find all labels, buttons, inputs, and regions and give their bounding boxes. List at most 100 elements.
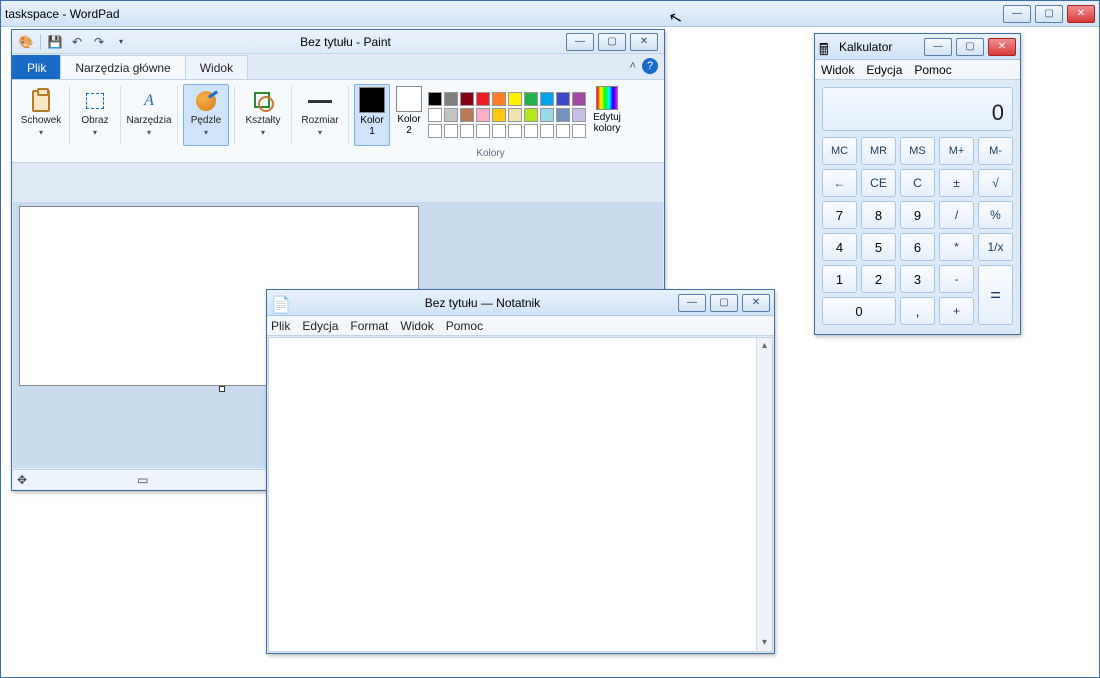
help-icon[interactable]: ? bbox=[642, 58, 658, 74]
color-swatch[interactable] bbox=[540, 108, 554, 122]
notepad-menu-file[interactable]: Plik bbox=[271, 319, 290, 333]
color-swatch[interactable] bbox=[524, 108, 538, 122]
notepad-menu-view[interactable]: Widok bbox=[400, 319, 433, 333]
color-swatch[interactable] bbox=[572, 124, 586, 138]
save-icon[interactable]: 💾 bbox=[47, 34, 63, 50]
calc-key-8[interactable]: 8 bbox=[861, 201, 896, 229]
calc-key-mc[interactable]: MC bbox=[822, 137, 857, 165]
color-swatch[interactable] bbox=[460, 92, 474, 106]
undo-icon[interactable]: ↶ bbox=[69, 34, 85, 50]
calc-key-equals[interactable]: = bbox=[978, 265, 1013, 325]
color-swatch[interactable] bbox=[460, 108, 474, 122]
calc-key-backspace[interactable]: ← bbox=[822, 169, 857, 197]
calc-key-add[interactable]: + bbox=[939, 297, 974, 325]
color-swatch[interactable] bbox=[476, 108, 490, 122]
color-swatch[interactable] bbox=[492, 108, 506, 122]
color-swatch[interactable] bbox=[428, 124, 442, 138]
size-button[interactable]: Rozmiar ▾ bbox=[297, 84, 343, 146]
calculator-menu-view[interactable]: Widok bbox=[821, 63, 854, 77]
paint-minimize-button[interactable]: — bbox=[566, 33, 594, 51]
paint-maximize-button[interactable]: ▢ bbox=[598, 33, 626, 51]
shapes-button[interactable]: Kształty ▾ bbox=[240, 84, 286, 146]
calc-key-1[interactable]: 1 bbox=[822, 265, 857, 293]
color-swatch[interactable] bbox=[444, 108, 458, 122]
color-swatch[interactable] bbox=[524, 92, 538, 106]
calculator-menu-edit[interactable]: Edycja bbox=[866, 63, 902, 77]
canvas-resize-handle[interactable] bbox=[219, 386, 225, 392]
calculator-maximize-button[interactable]: ▢ bbox=[956, 38, 984, 56]
calc-key-percent[interactable]: % bbox=[978, 201, 1013, 229]
color-swatch[interactable] bbox=[556, 124, 570, 138]
calculator-titlebar[interactable]: 🖩 Kalkulator — ▢ ✕ bbox=[815, 34, 1020, 60]
calc-key-ce[interactable]: CE bbox=[861, 169, 896, 197]
color-swatch[interactable] bbox=[444, 124, 458, 138]
calculator-minimize-button[interactable]: — bbox=[924, 38, 952, 56]
notepad-titlebar[interactable]: 📄 Bez tytułu — Notatnik — ▢ ✕ bbox=[267, 290, 774, 316]
calc-key-5[interactable]: 5 bbox=[861, 233, 896, 261]
image-select-button[interactable]: Obraz ▾ bbox=[75, 84, 115, 146]
color-swatch[interactable] bbox=[524, 124, 538, 138]
color-swatch[interactable] bbox=[556, 92, 570, 106]
notepad-menu-format[interactable]: Format bbox=[350, 319, 388, 333]
clipboard-button[interactable]: Schowek ▾ bbox=[18, 84, 64, 146]
calc-key-ms[interactable]: MS bbox=[900, 137, 935, 165]
wordpad-minimize-button[interactable]: — bbox=[1003, 5, 1031, 23]
color-swatch[interactable] bbox=[508, 124, 522, 138]
calc-key-0[interactable]: 0 bbox=[822, 297, 896, 325]
color-swatch[interactable] bbox=[540, 92, 554, 106]
notepad-menu-edit[interactable]: Edycja bbox=[302, 319, 338, 333]
color1-button[interactable]: Kolor 1 bbox=[354, 84, 390, 146]
calculator-close-button[interactable]: ✕ bbox=[988, 38, 1016, 56]
tools-button[interactable]: A Narzędzia ▾ bbox=[126, 84, 172, 146]
color-swatch[interactable] bbox=[492, 124, 506, 138]
notepad-minimize-button[interactable]: — bbox=[678, 294, 706, 312]
color-swatch[interactable] bbox=[508, 92, 522, 106]
color-swatch[interactable] bbox=[476, 92, 490, 106]
calc-key-multiply[interactable]: * bbox=[939, 233, 974, 261]
paint-tab-view[interactable]: Widok bbox=[185, 55, 248, 79]
color-swatch[interactable] bbox=[556, 108, 570, 122]
color-swatch[interactable] bbox=[572, 92, 586, 106]
calc-key-reciprocal[interactable]: 1/x bbox=[978, 233, 1013, 261]
brushes-button[interactable]: Pędzle ▾ bbox=[183, 84, 229, 146]
calc-key-2[interactable]: 2 bbox=[861, 265, 896, 293]
calc-key-7[interactable]: 7 bbox=[822, 201, 857, 229]
notepad-vertical-scrollbar[interactable]: ▴ ▾ bbox=[756, 338, 772, 651]
color-swatch[interactable] bbox=[428, 108, 442, 122]
paint-tab-file[interactable]: Plik bbox=[12, 55, 61, 79]
calc-key-mplus[interactable]: M+ bbox=[939, 137, 974, 165]
color-swatch[interactable] bbox=[476, 124, 490, 138]
calc-key-9[interactable]: 9 bbox=[900, 201, 935, 229]
wordpad-maximize-button[interactable]: ▢ bbox=[1035, 5, 1063, 23]
calc-key-mminus[interactable]: M- bbox=[978, 137, 1013, 165]
color-swatch[interactable] bbox=[492, 92, 506, 106]
calc-key-plusminus[interactable]: ± bbox=[939, 169, 974, 197]
notepad-close-button[interactable]: ✕ bbox=[742, 294, 770, 312]
calc-key-c[interactable]: C bbox=[900, 169, 935, 197]
calc-key-subtract[interactable]: - bbox=[939, 265, 974, 293]
calc-key-decimal[interactable]: , bbox=[900, 297, 935, 325]
color-swatch[interactable] bbox=[540, 124, 554, 138]
paint-close-button[interactable]: ✕ bbox=[630, 33, 658, 51]
notepad-text-area[interactable]: ▴ ▾ bbox=[268, 337, 773, 652]
edit-colors-button[interactable]: Edytuj kolory bbox=[587, 84, 627, 146]
calc-key-6[interactable]: 6 bbox=[900, 233, 935, 261]
paint-tab-home[interactable]: Narzędzia główne bbox=[60, 55, 185, 79]
scroll-down-icon[interactable]: ▾ bbox=[757, 635, 772, 651]
color-swatch[interactable] bbox=[444, 92, 458, 106]
qat-dropdown-icon[interactable]: ▾ bbox=[113, 34, 129, 50]
color-swatch[interactable] bbox=[428, 92, 442, 106]
paint-app-icon[interactable]: 🎨 bbox=[18, 34, 34, 50]
calc-key-mr[interactable]: MR bbox=[861, 137, 896, 165]
color-swatch[interactable] bbox=[460, 124, 474, 138]
calculator-menu-help[interactable]: Pomoc bbox=[914, 63, 951, 77]
color-swatch[interactable] bbox=[508, 108, 522, 122]
wordpad-close-button[interactable]: ✕ bbox=[1067, 5, 1095, 23]
color-swatch[interactable] bbox=[572, 108, 586, 122]
color2-button[interactable]: Kolor 2 bbox=[391, 84, 427, 146]
calc-key-divide[interactable]: / bbox=[939, 201, 974, 229]
notepad-maximize-button[interactable]: ▢ bbox=[710, 294, 738, 312]
scroll-up-icon[interactable]: ▴ bbox=[757, 338, 772, 354]
redo-icon[interactable]: ↷ bbox=[91, 34, 107, 50]
notepad-menu-help[interactable]: Pomoc bbox=[446, 319, 483, 333]
